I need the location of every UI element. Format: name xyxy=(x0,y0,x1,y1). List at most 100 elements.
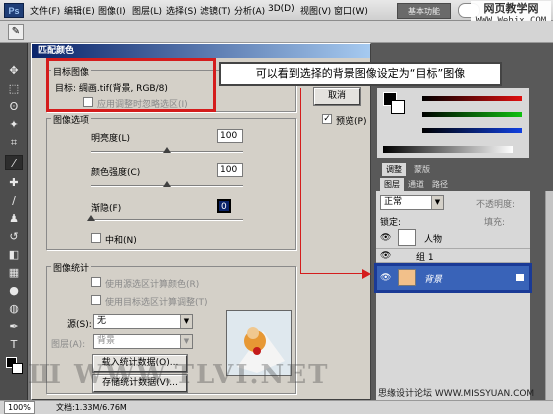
fade-label: 渐隐(F) xyxy=(91,204,122,214)
color-intensity-slider[interactable] xyxy=(91,181,243,187)
luminance-label: 明亮度(L) xyxy=(91,134,131,144)
chevron-down-icon: ▼ xyxy=(180,335,192,348)
fade-input[interactable]: 0 xyxy=(217,199,231,213)
layer-row-group1[interactable]: 👁 组 1 xyxy=(376,249,530,263)
layer-name: 人物 xyxy=(424,235,443,245)
layers-scrollbar[interactable] xyxy=(545,191,553,400)
chevron-down-icon: ▼ xyxy=(180,315,192,328)
eye-icon[interactable]: 👁 xyxy=(380,273,391,283)
use-target-selection-label: 使用目标选区计算调整(T) xyxy=(105,298,208,308)
source-select[interactable]: 无 ▼ xyxy=(93,314,193,329)
menu-view[interactable]: 视图(V) xyxy=(300,4,331,17)
background-swatch[interactable] xyxy=(391,100,405,114)
move-tool-icon[interactable]: ✥ xyxy=(5,63,23,78)
preview-checkbox[interactable]: ✓ xyxy=(322,114,332,124)
watermark-line1: 网页教学网 xyxy=(483,2,539,15)
brush-tool-icon[interactable]: ∕ xyxy=(5,193,23,208)
tab-masks[interactable]: 蒙版 xyxy=(410,163,434,176)
history-brush-icon[interactable]: ↺ xyxy=(5,229,23,244)
annotation-callout: 可以看到选择的背景图像设定为“目标”图像 xyxy=(219,62,502,86)
tab-paths[interactable]: 路径 xyxy=(428,178,452,191)
layer-name: 组 1 xyxy=(416,253,434,263)
color-panel xyxy=(377,88,529,158)
preview-label: 预览(P) xyxy=(336,117,367,127)
healing-tool-icon[interactable]: ✚ xyxy=(5,175,23,190)
menu-filter[interactable]: 滤镜(T) xyxy=(200,4,231,17)
gradient-tool-icon[interactable]: ▦ xyxy=(5,265,23,280)
use-source-selection-checkbox[interactable] xyxy=(91,277,101,287)
menu-analysis[interactable]: 分析(A) xyxy=(234,4,265,17)
green-slider[interactable] xyxy=(422,112,522,117)
doc-info: 文档:1.33M/6.76M xyxy=(56,403,127,412)
layer-row-background[interactable]: 👁 背景 xyxy=(374,263,532,293)
highlight-box xyxy=(46,58,216,112)
arrow-head-icon xyxy=(362,269,371,279)
blur-tool-icon[interactable]: ● xyxy=(5,283,23,298)
eraser-tool-icon[interactable]: ◧ xyxy=(5,247,23,262)
eye-icon[interactable]: 👁 xyxy=(380,233,391,243)
color-intensity-slider-thumb[interactable] xyxy=(163,181,171,187)
menu-layer[interactable]: 图层(L) xyxy=(132,4,162,17)
chevron-down-icon: ▼ xyxy=(431,196,443,209)
blue-slider[interactable] xyxy=(422,128,522,133)
watermark-bottom-right: 思缘设计论坛 WWW.MISSYUAN.COM xyxy=(378,389,535,399)
red-slider[interactable] xyxy=(422,96,522,101)
pen-tool-icon[interactable]: ✒ xyxy=(5,319,23,334)
luminance-slider[interactable] xyxy=(91,147,243,153)
opacity-label: 不透明度: xyxy=(476,200,516,210)
tab-channels[interactable]: 通道 xyxy=(404,178,428,191)
tab-adjustments[interactable]: 调整 xyxy=(382,163,406,176)
neutralize-label: 中和(N) xyxy=(105,236,137,246)
menu-image[interactable]: 图像(I) xyxy=(98,4,126,17)
use-target-selection-checkbox[interactable] xyxy=(91,295,101,305)
image-options-group: 图像选项 明亮度(L) 100 颜色强度(C) 100 渐隐(F) 0 中和(N… xyxy=(46,113,296,250)
grayscale-ramp[interactable] xyxy=(383,146,513,153)
fade-slider[interactable] xyxy=(87,215,243,221)
menu-3d[interactable]: 3D(D) xyxy=(268,4,295,14)
menu-edit[interactable]: 编辑(E) xyxy=(64,4,95,17)
zoom-level[interactable]: 100% xyxy=(4,401,35,414)
statistics-label: 图像统计 xyxy=(51,261,92,274)
eye-icon[interactable]: 👁 xyxy=(380,251,391,261)
watermark-bottom: Ш WWW.TLVI.NET xyxy=(28,360,330,390)
status-bar: 100% 文档:1.33M/6.76M xyxy=(0,400,553,414)
menubar: Ps 文件(F) 编辑(E) 图像(I) 图层(L) 选择(S) 滤镜(T) 分… xyxy=(0,0,553,29)
toolbox: ✥ ⬚ ʘ ✦ ⌗ ⁄ ✚ ∕ ♟ ↺ ◧ ▦ ● ◍ ✒ T xyxy=(0,43,28,400)
menu-select[interactable]: 选择(S) xyxy=(166,4,197,17)
options-bar: ✎ xyxy=(0,21,553,43)
image-options-label: 图像选项 xyxy=(51,113,92,126)
source-label: 源(S): xyxy=(67,320,92,330)
workspace-essentials-button[interactable]: 基本功能 xyxy=(397,3,451,19)
layer-thumbnail xyxy=(398,269,416,286)
cancel-button[interactable]: 取消 xyxy=(313,87,361,106)
quick-select-tool-icon[interactable]: ✦ xyxy=(5,117,23,132)
blend-mode-select[interactable]: 正常 ▼ xyxy=(380,195,444,210)
layer-name: 背景 xyxy=(424,275,443,285)
menu-window[interactable]: 窗口(W) xyxy=(334,4,368,17)
neutralize-checkbox[interactable] xyxy=(91,233,101,243)
fade-slider-thumb[interactable] xyxy=(87,215,95,221)
tab-layers[interactable]: 图层 xyxy=(380,178,404,191)
color-intensity-label: 颜色强度(C) xyxy=(91,168,141,178)
layer-select[interactable]: 背景 ▼ xyxy=(93,334,193,349)
layer-thumbnail xyxy=(398,229,416,246)
crop-tool-icon[interactable]: ⌗ xyxy=(5,135,23,150)
type-tool-icon[interactable]: T xyxy=(5,337,23,352)
dialog-title: 匹配颜色 xyxy=(32,44,370,58)
source-value: 无 xyxy=(97,316,107,326)
layer-row-person[interactable]: 👁 人物 xyxy=(376,227,530,249)
dodge-tool-icon[interactable]: ◍ xyxy=(5,301,23,316)
eyedropper-icon[interactable]: ✎ xyxy=(8,24,24,40)
stamp-tool-icon[interactable]: ♟ xyxy=(5,211,23,226)
lasso-tool-icon[interactable]: ʘ xyxy=(5,99,23,114)
marquee-tool-icon[interactable]: ⬚ xyxy=(5,81,23,96)
layer-label: 图层(A): xyxy=(51,340,86,350)
color-intensity-input[interactable]: 100 xyxy=(217,163,243,177)
luminance-input[interactable]: 100 xyxy=(217,129,243,143)
background-color-swatch[interactable] xyxy=(12,363,23,374)
menu-file[interactable]: 文件(F) xyxy=(30,4,60,17)
blend-mode-value: 正常 xyxy=(384,197,403,207)
eyedropper-tool-icon[interactable]: ⁄ xyxy=(5,155,23,170)
luminance-slider-thumb[interactable] xyxy=(163,147,171,153)
use-source-selection-label: 使用源选区计算颜色(R) xyxy=(105,280,200,290)
